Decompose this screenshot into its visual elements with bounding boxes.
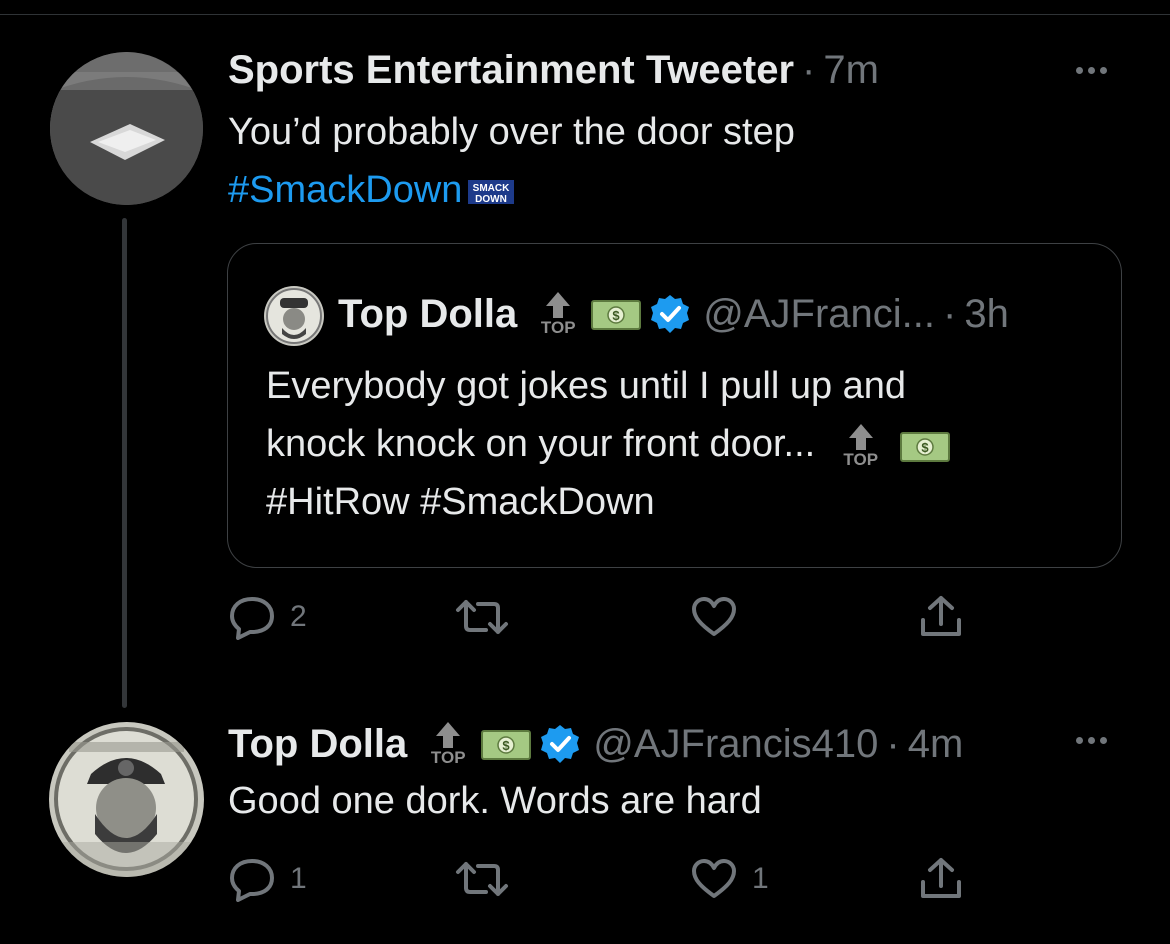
verified-badge-icon (651, 295, 690, 333)
svg-text:SMACK: SMACK (473, 183, 510, 194)
retweet-button[interactable] (454, 594, 524, 640)
share-icon (921, 596, 961, 636)
handle[interactable]: @AJFrancis410 (593, 722, 878, 767)
reply-button[interactable]: 1 (228, 856, 307, 902)
timestamp[interactable]: 4m (908, 722, 964, 767)
quoted-hashtags: #HitRow #SmackDown (266, 481, 655, 523)
profile-photo-icon (264, 286, 324, 346)
share-button[interactable] (916, 594, 966, 640)
tweet1-header: Sports Entertainment Tweeter · 7m (228, 48, 879, 93)
avatar-top-dolla[interactable] (49, 722, 204, 877)
quoted-text-line2-text: knock knock on your front door... (266, 423, 816, 465)
svg-text:$: $ (503, 738, 511, 753)
reply-count: 2 (290, 600, 307, 633)
svg-text:DOWN: DOWN (476, 194, 508, 205)
more-options-icon[interactable] (1076, 737, 1107, 744)
timestamp[interactable]: 7m (823, 48, 879, 93)
quoted-header: Top Dolla TOP $ @AJFranci... · 3h (338, 288, 1009, 340)
quoted-handle[interactable]: @AJFranci... (703, 292, 935, 337)
thread-connector-line (122, 218, 127, 708)
avatar-top-dolla-small[interactable] (264, 286, 324, 346)
top-label: TOP (540, 318, 576, 337)
like-button[interactable] (690, 594, 752, 640)
quoted-tweet-card[interactable]: Top Dolla TOP $ @AJFranci... · 3h Everyb… (227, 243, 1122, 568)
top-arrow-icon: TOP (537, 288, 579, 340)
wrestling-ring-icon (50, 52, 203, 205)
smackdown-logo-icon: SMACK DOWN (468, 179, 515, 205)
reply-icon (230, 597, 274, 640)
separator: · (886, 721, 900, 766)
like-button[interactable]: 1 (690, 856, 769, 902)
share-icon (921, 858, 961, 898)
heart-icon (692, 859, 736, 898)
svg-text:$: $ (613, 308, 621, 323)
top-arrow-icon: TOP (427, 718, 469, 770)
tweet1-hashtag-line: #SmackDown SMACK DOWN (228, 162, 515, 219)
top-divider (0, 14, 1170, 15)
author-name[interactable]: Top Dolla (228, 722, 407, 767)
retweet-button[interactable] (454, 856, 524, 902)
reply-count: 1 (290, 862, 307, 895)
top-label: TOP (843, 449, 879, 469)
top-arrow-icon: TOP (840, 420, 882, 472)
separator: · (802, 48, 816, 92)
quoted-text-line1: Everybody got jokes until I pull up and (266, 365, 907, 407)
reply-button[interactable]: 2 (228, 594, 307, 640)
tweet2-actions: 1 1 (228, 856, 978, 906)
svg-text:$: $ (922, 440, 930, 455)
share-button[interactable] (916, 856, 966, 902)
avatar-sports-entertainment-tweeter[interactable] (50, 52, 203, 205)
dollar-bill-icon: $ (900, 431, 951, 462)
tweet1-actions: 2 (228, 594, 978, 644)
verified-badge-icon (541, 725, 580, 763)
top-label: TOP (430, 748, 466, 767)
more-options-icon[interactable] (1076, 67, 1107, 74)
retweet-icon (456, 862, 508, 896)
tweet2-header: Top Dolla TOP $ @AJFrancis410 · 4m (228, 718, 963, 770)
author-name[interactable]: Sports Entertainment Tweeter (228, 48, 794, 93)
like-count: 1 (752, 862, 769, 895)
heart-icon (692, 597, 736, 636)
dollar-bill-icon: $ (481, 730, 532, 760)
tweet2-text: Good one dork. Words are hard (228, 780, 762, 822)
dollar-bill-icon: $ (591, 300, 642, 330)
tweet1-text-line1: You’d probably over the door step (228, 111, 795, 153)
profile-photo-icon (49, 722, 204, 877)
quoted-author-name[interactable]: Top Dolla (338, 292, 517, 337)
quoted-timestamp[interactable]: 3h (964, 292, 1009, 337)
hashtag-link[interactable]: #SmackDown (228, 169, 462, 211)
reply-icon (230, 859, 274, 902)
quoted-text-line2: knock knock on your front door... TOP $ (266, 416, 951, 473)
separator: · (943, 291, 957, 336)
retweet-icon (456, 600, 508, 634)
